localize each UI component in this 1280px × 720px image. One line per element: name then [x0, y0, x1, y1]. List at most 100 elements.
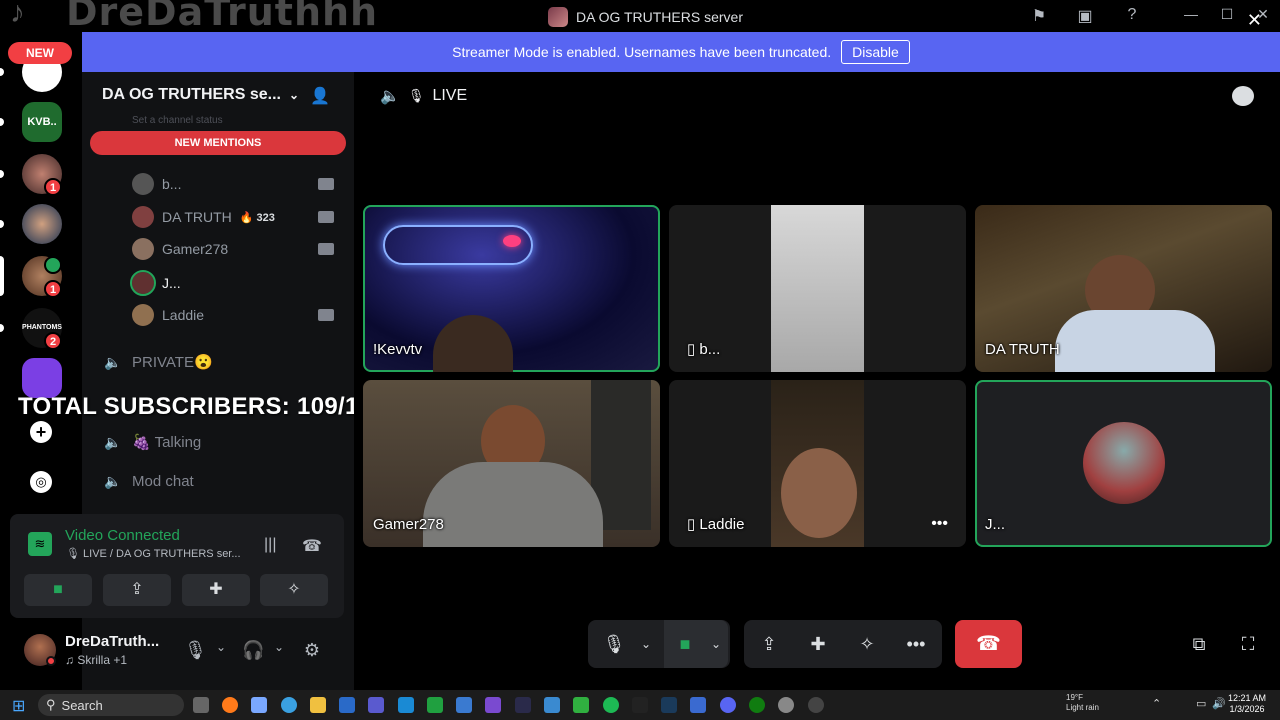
- activities-button[interactable]: ✚: [182, 574, 250, 606]
- user-name[interactable]: DreDaTruth...: [65, 633, 159, 650]
- tray-chevron-icon[interactable]: ⌃: [1152, 697, 1161, 710]
- volume-icon[interactable]: 🔊: [1212, 697, 1226, 710]
- channel-private[interactable]: 🔈 PRIVATE😮: [104, 350, 213, 374]
- system-clock[interactable]: 12:21 AM 1/3/2026: [1228, 693, 1266, 715]
- chevron-down-icon[interactable]: ⌄: [268, 640, 290, 654]
- server-name: DA OG TRUTHERS se...: [102, 86, 281, 103]
- video-tile-da-truth[interactable]: DA TRUTH: [975, 205, 1272, 372]
- banner-close-icon[interactable]: ✕: [1247, 10, 1262, 31]
- microphone-icon: 🎙: [407, 88, 425, 103]
- voice-member[interactable]: Laddie: [132, 303, 204, 327]
- voice-member[interactable]: Gamer278: [132, 237, 228, 261]
- popout-icon[interactable]: ⧉: [1187, 632, 1211, 656]
- subscriber-overlay: TOTAL SUBSCRIBERS: 109/100: [18, 393, 386, 420]
- video-tile-kevvtv[interactable]: !Kevvtv: [363, 205, 660, 372]
- store-icon[interactable]: [398, 697, 414, 713]
- chevron-down-icon[interactable]: ⌄: [210, 640, 232, 654]
- voice-member[interactable]: J...: [130, 270, 181, 296]
- streamer-name-overlay: DreDaTruthhh: [66, 0, 379, 34]
- disable-button[interactable]: Disable: [841, 40, 910, 64]
- app-icon-blue[interactable]: [456, 697, 472, 713]
- spotify-icon[interactable]: [603, 697, 619, 713]
- network-icon[interactable]: ▭: [1196, 697, 1206, 710]
- flag-icon[interactable]: ⚑: [1028, 6, 1050, 26]
- streamer-mode-banner: Streamer Mode is enabled. Usernames have…: [82, 32, 1280, 72]
- microphone-icon[interactable]: 🎙: [184, 640, 207, 661]
- screenshare-icon[interactable]: ⇪: [757, 632, 781, 656]
- screenshare-button[interactable]: ⇪: [103, 574, 171, 606]
- voice-location[interactable]: 🎙 LIVE / DA OG TRUTHERS ser...: [66, 547, 241, 560]
- settings-gear-icon[interactable]: ⚙: [301, 640, 323, 661]
- app-icon-dark[interactable]: [515, 697, 531, 713]
- invite-icon[interactable]: 👤: [310, 86, 330, 106]
- member-name: DA TRUTH: [162, 209, 232, 225]
- copilot-icon[interactable]: [251, 697, 267, 713]
- help-icon[interactable]: ?: [1121, 6, 1143, 26]
- chat-icon[interactable]: [1232, 86, 1254, 106]
- channel-talking[interactable]: 🔈 🍇 Talking: [104, 430, 201, 454]
- voice-status[interactable]: Video Connected: [65, 527, 180, 544]
- activities-icon[interactable]: ✚: [806, 632, 830, 656]
- minimize-button[interactable]: —: [1176, 6, 1206, 26]
- edge-icon[interactable]: [281, 697, 297, 713]
- file-explorer-icon[interactable]: [310, 697, 326, 713]
- video-tile-laddie[interactable]: ▯ Laddie •••: [669, 380, 966, 547]
- window-title: DA OG TRUTHERS server: [548, 7, 743, 27]
- channel-mod-chat[interactable]: 🔈 Mod chat: [104, 469, 194, 493]
- photos-icon[interactable]: [544, 697, 560, 713]
- search-label: Search: [61, 697, 103, 713]
- maximize-button[interactable]: ☐: [1212, 6, 1242, 26]
- chevron-down-icon[interactable]: ⌄: [704, 632, 728, 656]
- settings-icon[interactable]: [778, 697, 794, 713]
- soundboard-icon[interactable]: ✧: [855, 632, 879, 656]
- video-tile-j[interactable]: J...: [975, 380, 1272, 547]
- server-header[interactable]: DA OG TRUTHERS se... ⌄: [102, 86, 299, 104]
- weather-widget[interactable]: 19°F Light rain: [1066, 693, 1099, 713]
- headphones-icon[interactable]: 🎧: [242, 640, 264, 661]
- server-icon-purple[interactable]: [22, 358, 62, 398]
- disconnect-icon[interactable]: ☎: [302, 536, 322, 556]
- xbox-icon[interactable]: [749, 697, 765, 713]
- avatar: [132, 206, 154, 228]
- teams-icon[interactable]: [368, 697, 384, 713]
- outlook-icon[interactable]: [339, 697, 355, 713]
- chevron-down-icon[interactable]: ⌄: [634, 632, 658, 656]
- task-view-icon[interactable]: [193, 697, 209, 713]
- signal-icon[interactable]: ≋: [28, 532, 52, 556]
- disconnect-button[interactable]: ☎: [955, 620, 1022, 668]
- fullscreen-icon[interactable]: ⛶: [1236, 632, 1260, 656]
- dnd-status-icon: [46, 656, 56, 666]
- video-tile-gamer278[interactable]: Gamer278: [363, 380, 660, 547]
- discover-icon[interactable]: ◎: [30, 471, 52, 493]
- add-server-icon[interactable]: +: [30, 421, 52, 443]
- app-icon-purple[interactable]: [485, 697, 501, 713]
- firefox-icon[interactable]: [222, 697, 238, 713]
- voice-member[interactable]: DA TRUTH 🔥 323: [132, 205, 275, 229]
- soundboard-button[interactable]: ✧: [260, 574, 328, 606]
- camera-icon[interactable]: ■: [673, 632, 697, 656]
- camera-button[interactable]: ■: [24, 574, 92, 606]
- windows-start-icon[interactable]: ⊞: [12, 696, 30, 715]
- app-icon-monitor[interactable]: [690, 697, 706, 713]
- steam-icon[interactable]: [661, 697, 677, 713]
- noise-suppression-icon[interactable]: |||: [264, 536, 276, 554]
- discord-icon[interactable]: [720, 697, 736, 713]
- video-tile-b[interactable]: ▯ b...: [669, 205, 966, 372]
- taskbar-search[interactable]: ⚲ Search: [38, 694, 184, 716]
- voice-member[interactable]: b...: [132, 172, 181, 196]
- app-icon-green[interactable]: [427, 697, 443, 713]
- server-icon-2[interactable]: [22, 204, 62, 244]
- new-mentions-pill[interactable]: NEW MENTIONS: [90, 131, 346, 155]
- server-icon-kvb[interactable]: KVB..: [22, 102, 62, 142]
- epic-games-icon[interactable]: [632, 697, 648, 713]
- member-name: Gamer278: [162, 241, 229, 257]
- more-icon[interactable]: •••: [904, 632, 928, 656]
- app-icon-k[interactable]: [573, 697, 589, 713]
- person-body: [1055, 310, 1215, 372]
- more-options-icon[interactable]: •••: [931, 515, 948, 533]
- stream-count: 🔥 323: [239, 211, 275, 224]
- microphone-icon[interactable]: 🎙: [602, 632, 626, 656]
- inbox-icon[interactable]: ▣: [1074, 6, 1096, 26]
- mobile-video-frame: [771, 205, 864, 372]
- app-icon-circle[interactable]: [808, 697, 824, 713]
